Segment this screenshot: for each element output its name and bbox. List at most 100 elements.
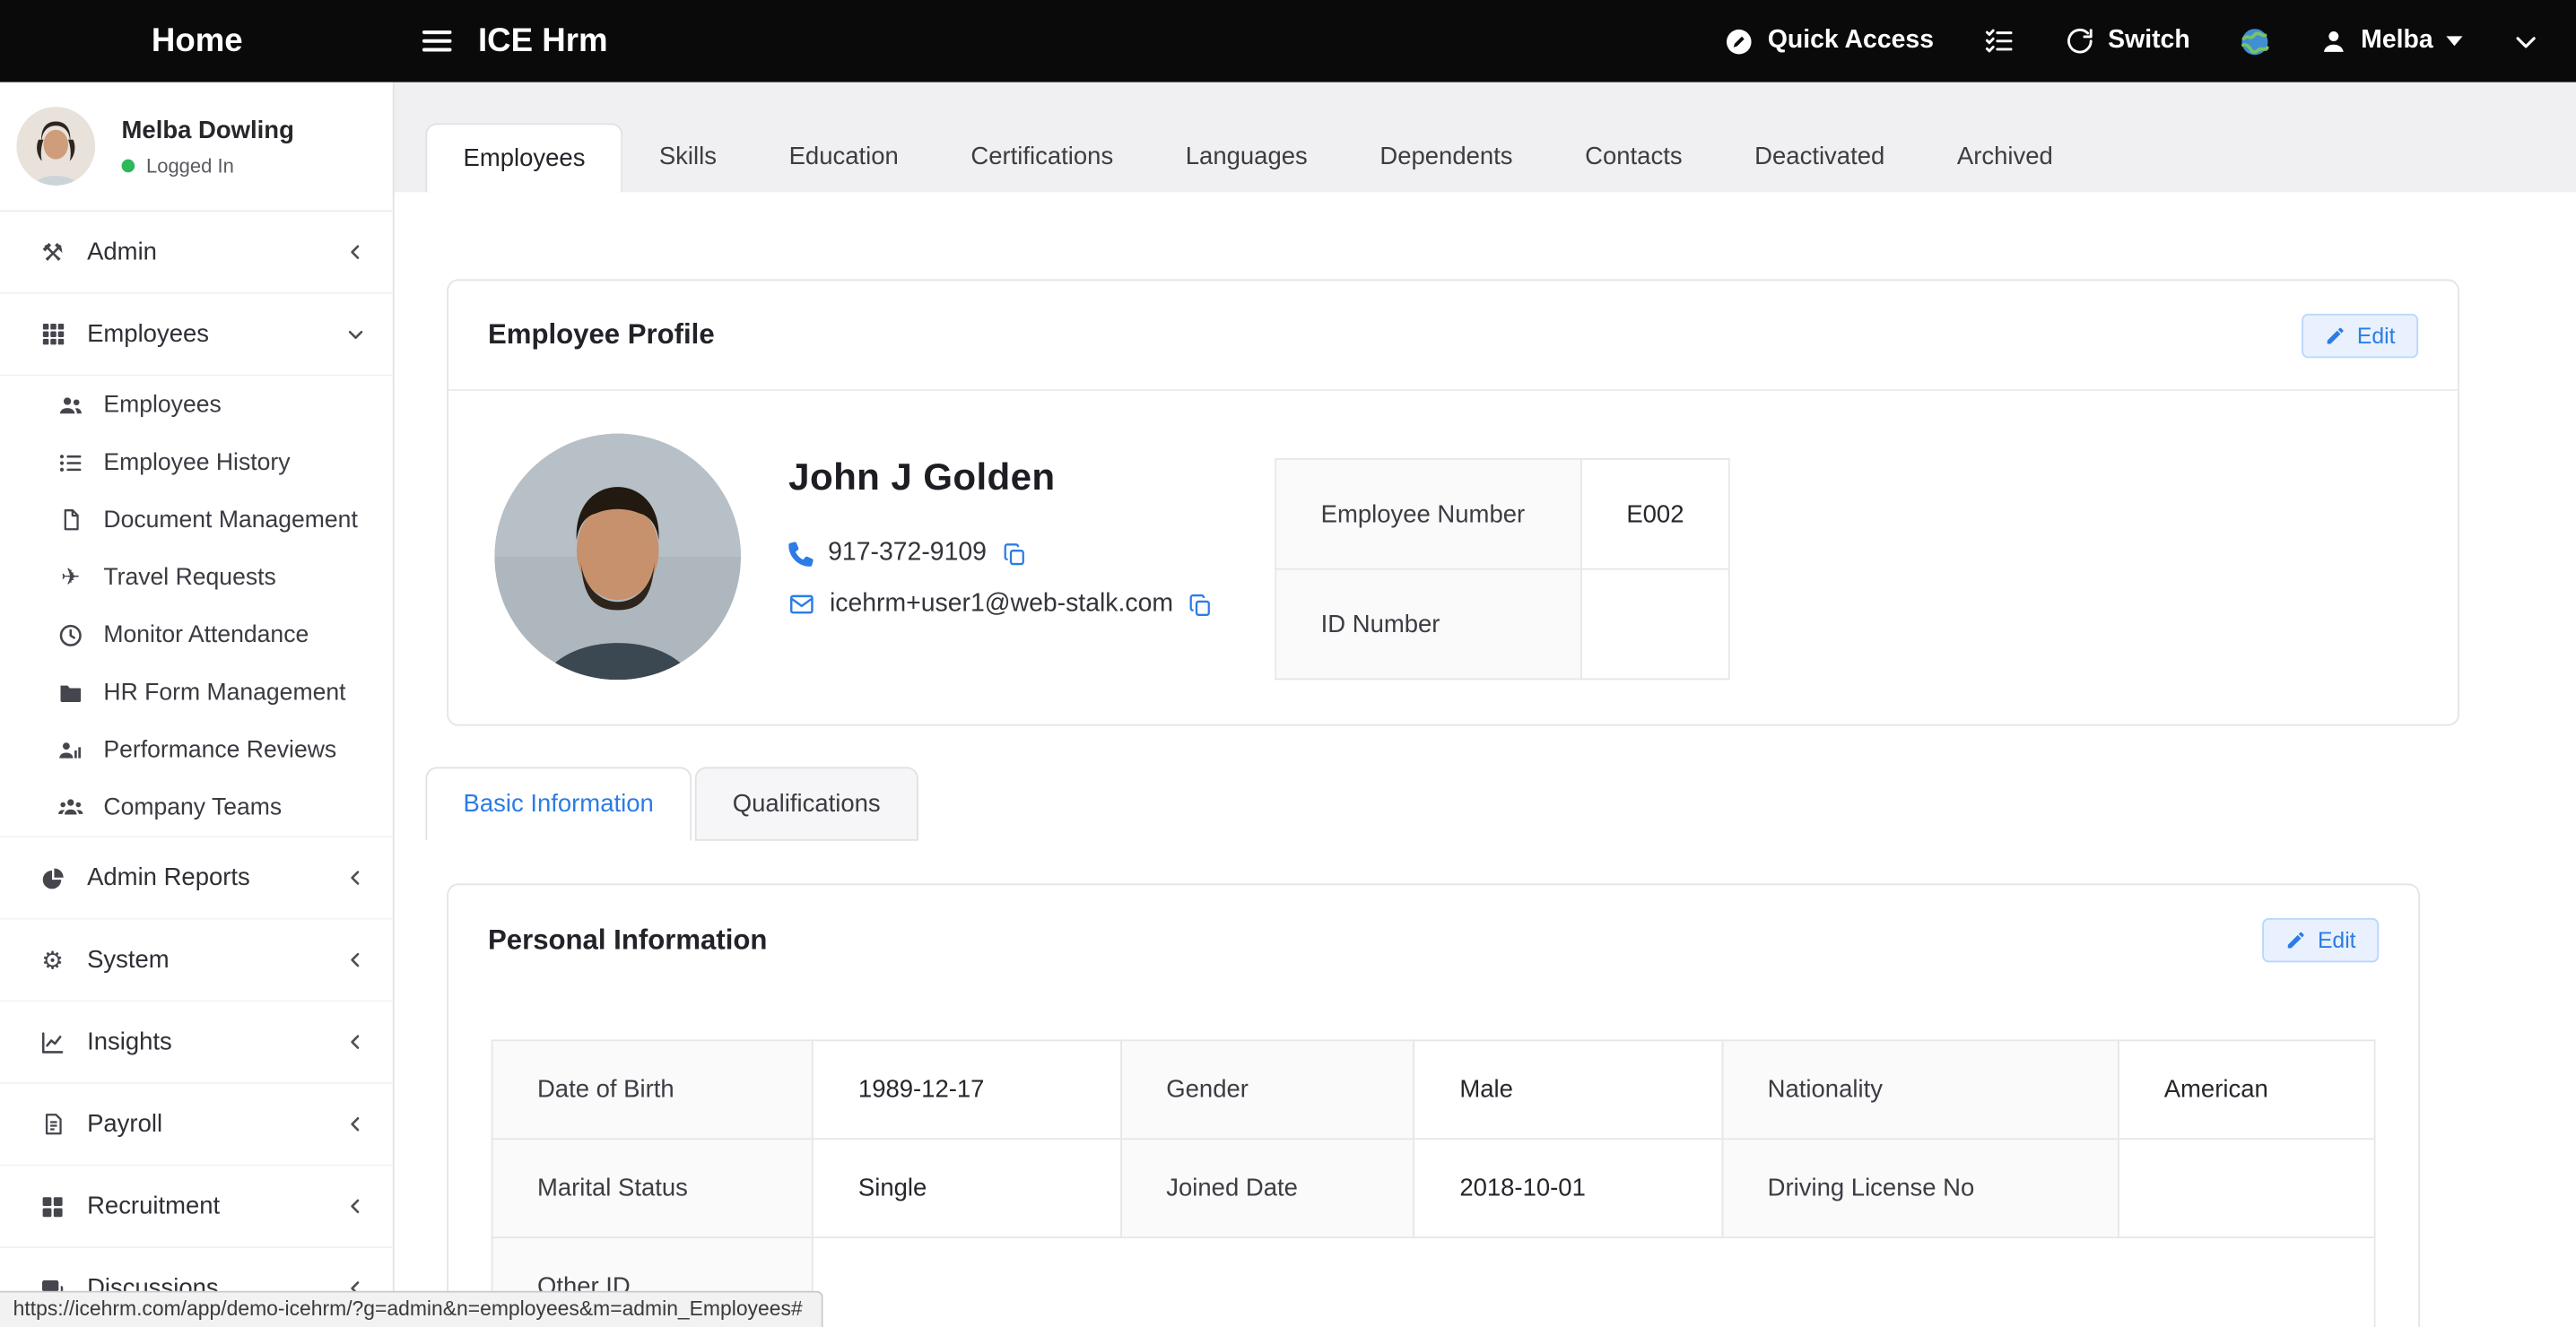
user-menu[interactable]: Melba <box>2319 26 2462 56</box>
grid-large-icon <box>33 1193 73 1219</box>
sidebar-subitem-label: Document Management <box>103 507 357 533</box>
copy-email-icon[interactable] <box>1188 592 1212 616</box>
sidebar-subitem-company-teams[interactable]: Company Teams <box>0 778 393 836</box>
tab-dependents[interactable]: Dependents <box>1344 123 1549 192</box>
chevron-down-icon <box>2512 27 2540 55</box>
edit-button-label: Edit <box>2318 928 2356 952</box>
personal-information-card: Personal Information Edit Date of Bi <box>447 883 2420 1327</box>
sidebar-subitem-hr-form-management[interactable]: HR Form Management <box>0 664 393 721</box>
tab-certifications[interactable]: Certifications <box>935 123 1149 192</box>
sidebar-subitem-label: HR Form Management <box>103 679 345 705</box>
logged-in-status-dot <box>122 159 135 172</box>
field-label: Gender <box>1121 1040 1414 1139</box>
pencil-icon <box>2284 930 2306 951</box>
tab-basic-information[interactable]: Basic Information <box>425 767 692 840</box>
tab-employees[interactable]: Employees <box>425 123 622 192</box>
user-icon <box>2319 27 2347 55</box>
tab-qualifications[interactable]: Qualifications <box>695 767 918 840</box>
sidebar-employees-submenu: Employees Employee History Document Mana… <box>0 376 393 837</box>
copy-phone-icon[interactable] <box>1001 542 1025 566</box>
tab-skills[interactable]: Skills <box>623 123 753 192</box>
users-icon <box>54 392 87 418</box>
switch-icon <box>2066 26 2095 56</box>
sidebar-item-system[interactable]: ⚙ System <box>0 920 393 1002</box>
field-value: E002 <box>1581 459 1729 569</box>
tab-education[interactable]: Education <box>753 123 935 192</box>
tab-archived[interactable]: Archived <box>1921 123 2089 192</box>
sidebar-subitem-document-management[interactable]: Document Management <box>0 491 393 549</box>
hamburger-menu-icon[interactable] <box>419 23 455 59</box>
phone-icon <box>788 542 813 566</box>
personal-information-table: Date of Birth 1989-12-17 Gender Male Nat… <box>492 1039 2376 1327</box>
sidebar-item-admin-reports[interactable]: Admin Reports <box>0 837 393 920</box>
clock-icon <box>54 621 87 647</box>
sidebar-subitem-label: Employee History <box>103 449 290 475</box>
chevron-down-icon <box>345 324 367 345</box>
field-label: ID Number <box>1275 569 1581 680</box>
tab-languages[interactable]: Languages <box>1149 123 1344 192</box>
employee-email-row: icehrm+user1@web-stalk.com <box>788 590 1275 620</box>
plane-icon: ✈ <box>54 563 87 591</box>
tasks-button[interactable] <box>1983 24 2016 57</box>
sidebar-menu: ⚒ Admin Employees <box>0 212 393 1327</box>
employee-profile-edit-button[interactable]: Edit <box>2302 313 2419 357</box>
home-link[interactable]: Home <box>0 22 395 60</box>
top-navbar: Home ICE Hrm Quick Access Switch <box>0 0 2576 82</box>
grid-icon <box>33 320 73 348</box>
field-value: American <box>2119 1040 2374 1139</box>
line-chart-icon <box>33 1029 73 1055</box>
gear-icon: ⚙ <box>33 945 73 975</box>
tab-contacts[interactable]: Contacts <box>1549 123 1719 192</box>
sidebar-user-profile: Melba Dowling Logged In <box>0 82 393 212</box>
app-title: ICE Hrm <box>478 22 608 60</box>
sidebar-item-admin[interactable]: ⚒ Admin <box>0 212 393 294</box>
sidebar-subitem-employee-history[interactable]: Employee History <box>0 434 393 491</box>
field-value: 2018-10-01 <box>1414 1139 1722 1237</box>
sidebar-subitem-monitor-attendance[interactable]: Monitor Attendance <box>0 606 393 664</box>
checklist-icon <box>1983 24 2016 57</box>
edit-button-label: Edit <box>2357 323 2396 347</box>
field-value <box>2119 1139 2374 1237</box>
chevron-left-icon <box>345 950 367 971</box>
field-label: Joined Date <box>1121 1139 1414 1237</box>
sidebar-subitem-performance-reviews[interactable]: Performance Reviews <box>0 721 393 778</box>
language-globe-button[interactable] <box>2240 25 2271 56</box>
pencil-icon <box>2324 325 2345 346</box>
quick-access-button[interactable]: Quick Access <box>1723 25 1934 56</box>
sidebar-subitem-travel-requests[interactable]: ✈ Travel Requests <box>0 549 393 606</box>
sidebar-subitem-label: Travel Requests <box>103 564 275 590</box>
switch-label: Switch <box>2108 26 2189 56</box>
tab-deactivated[interactable]: Deactivated <box>1719 123 1921 192</box>
sidebar-item-payroll[interactable]: Payroll <box>0 1084 393 1167</box>
content-panel: Employee Profile Edit <box>395 192 2576 1327</box>
quick-access-label: Quick Access <box>1768 26 1934 56</box>
personal-info-row: Date of Birth 1989-12-17 Gender Male Nat… <box>492 1040 2375 1139</box>
field-label: Marital Status <box>492 1139 814 1237</box>
sidebar-subitem-label: Company Teams <box>103 794 282 820</box>
chevron-left-icon <box>345 1114 367 1135</box>
sidebar-item-employees[interactable]: Employees <box>0 294 393 377</box>
personal-information-edit-button[interactable]: Edit <box>2262 918 2380 962</box>
table-row: ID Number <box>1275 569 1729 680</box>
sidebar-item-insights[interactable]: Insights <box>0 1002 393 1084</box>
app-root: Home ICE Hrm Quick Access Switch <box>0 0 2576 1327</box>
person-chart-icon <box>54 736 87 762</box>
navbar-collapse-toggle[interactable] <box>2512 27 2540 55</box>
caret-down-icon <box>2446 36 2462 46</box>
list-icon <box>54 449 87 475</box>
avatar <box>16 107 95 186</box>
detail-tabs: Basic Information Qualifications <box>425 767 2576 840</box>
sidebar-item-label: Admin <box>87 239 157 266</box>
field-value: Male <box>1414 1040 1722 1139</box>
sidebar-subitem-employees[interactable]: Employees <box>0 376 393 433</box>
wrench-hammer-icon: ⚒ <box>33 238 73 267</box>
sidebar-item-label: Insights <box>87 1028 172 1056</box>
personal-info-row: Marital Status Single Joined Date 2018-1… <box>492 1139 2375 1237</box>
sidebar-item-recruitment[interactable]: Recruitment <box>0 1166 393 1248</box>
employee-profile-card: Employee Profile Edit <box>447 279 2459 725</box>
topbar-actions: Quick Access Switch <box>1723 24 2576 57</box>
switch-button[interactable]: Switch <box>2066 26 2190 56</box>
employee-phone: 917-372-9109 <box>828 539 987 568</box>
invoice-icon <box>33 1112 73 1136</box>
document-icon <box>54 507 87 532</box>
